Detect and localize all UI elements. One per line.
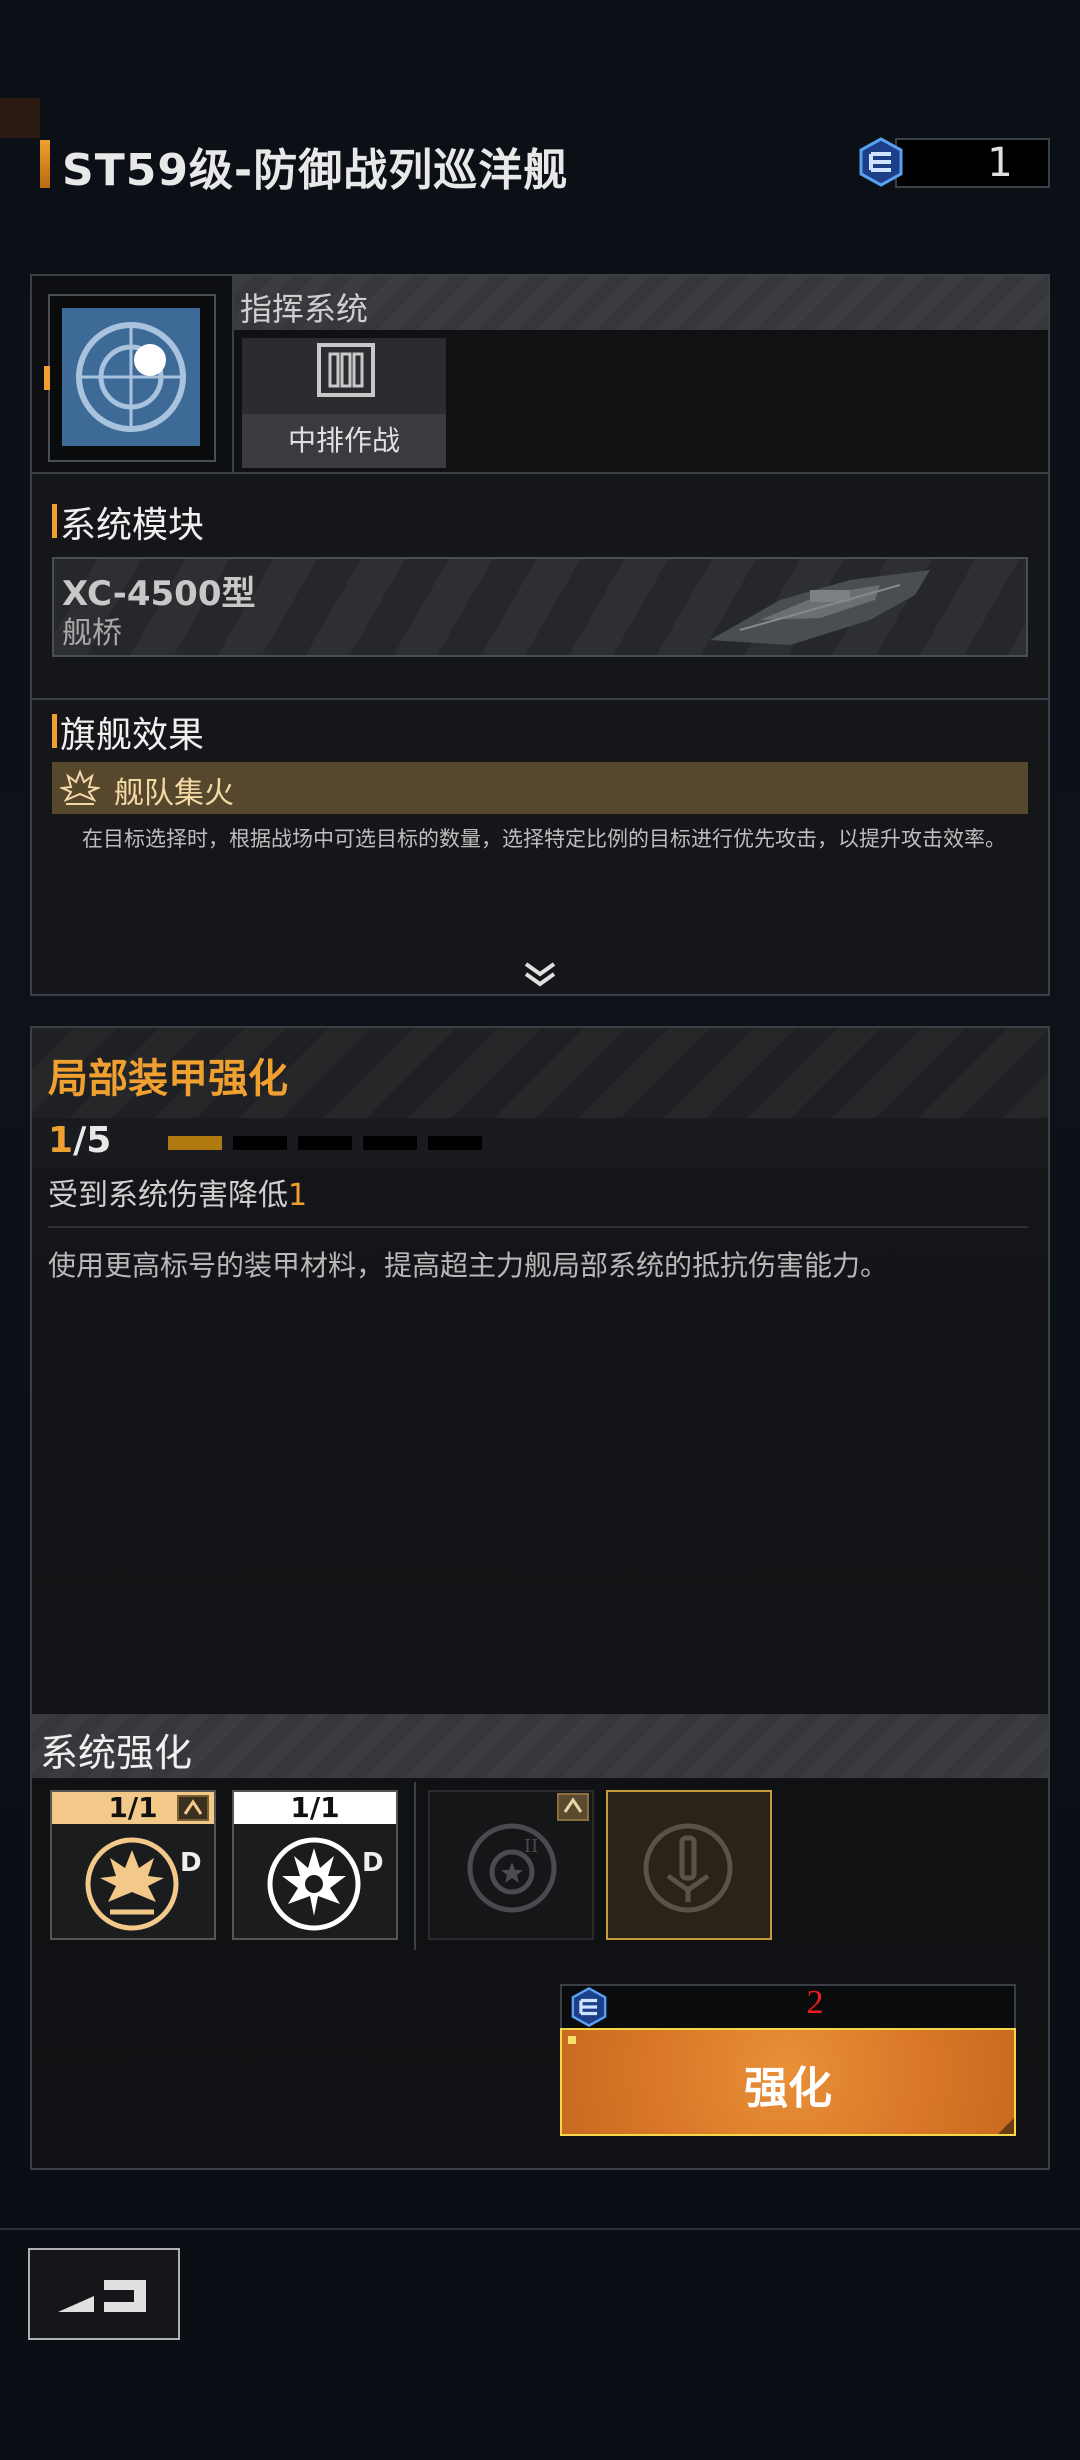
level-indicator: 1/5 [48, 1120, 111, 1161]
level-segment [363, 1136, 417, 1150]
grade-label: D [362, 1848, 384, 1878]
button-corner-mark [998, 2118, 1014, 2134]
system-description: 使用更高标号的装甲材料，提高超主力舰局部系统的抵抗伤害能力。 [48, 1249, 889, 1282]
rank-up-icon [177, 1795, 209, 1821]
system-effect-value: 1 [288, 1178, 308, 1213]
divider [414, 1782, 416, 1950]
divider [32, 698, 1048, 700]
material-count: 1/1 [234, 1792, 396, 1824]
svg-text:II: II [524, 1836, 538, 1857]
page-title: ST59级-防御战列巡洋舰 [62, 145, 569, 196]
burst-module-icon [267, 1837, 361, 1931]
level-current: 1 [48, 1120, 74, 1161]
grade-label: D [180, 1848, 202, 1878]
level-max: /5 [73, 1120, 112, 1161]
flagship-effect-description: 在目标选择时，根据战场中可选目标的数量，选择特定比例的目标进行优先攻击，以提升攻… [82, 827, 1006, 851]
system-effect-text: 受到系统伤害降低 [48, 1178, 288, 1213]
section-accent [52, 504, 57, 538]
fleet-fire-icon [60, 769, 100, 805]
portrait-accent [44, 366, 50, 390]
section-accent [52, 714, 57, 748]
fleet-fire-module-icon [85, 1837, 179, 1931]
level-segment [233, 1136, 287, 1150]
tactic-label: 中排作战 [242, 414, 446, 468]
target-crosshair-icon [76, 322, 186, 432]
corner-decoration [0, 98, 40, 138]
level-segment [168, 1136, 222, 1150]
back-arrow-icon [58, 2280, 146, 2312]
footer-divider [0, 2228, 1080, 2230]
system-module-title: 系统模块 [60, 505, 205, 546]
formation-icon [317, 343, 375, 397]
enhance-button-label: 强化 [744, 2063, 832, 2114]
flagship-effect-title: 旗舰效果 [60, 715, 205, 756]
divider [48, 1226, 1028, 1228]
level-segment [428, 1136, 482, 1150]
title-accent-bar [40, 140, 50, 188]
currency-value: 1 [987, 140, 1013, 186]
system-effect: 受到系统伤害降低1 [48, 1170, 307, 1214]
hexagon-currency-icon [859, 137, 903, 187]
button-corner-mark [568, 2036, 576, 2044]
expand-chevron-icon[interactable] [522, 958, 558, 988]
enhance-cost: 2 [806, 1984, 824, 2021]
command-system-label: 指挥系统 [240, 290, 369, 328]
star-module-icon: II [467, 1823, 557, 1913]
ship-bridge-image [710, 570, 930, 645]
divider [32, 472, 1048, 474]
flagship-effect-name: 舰队集火 [114, 776, 234, 811]
system-name: 局部装甲强化 [48, 1056, 288, 1102]
weapon-module-icon [643, 1823, 733, 1913]
module-type: 舰桥 [62, 616, 122, 651]
enhance-title: 系统强化 [40, 1731, 193, 1775]
level-segment [298, 1136, 352, 1150]
